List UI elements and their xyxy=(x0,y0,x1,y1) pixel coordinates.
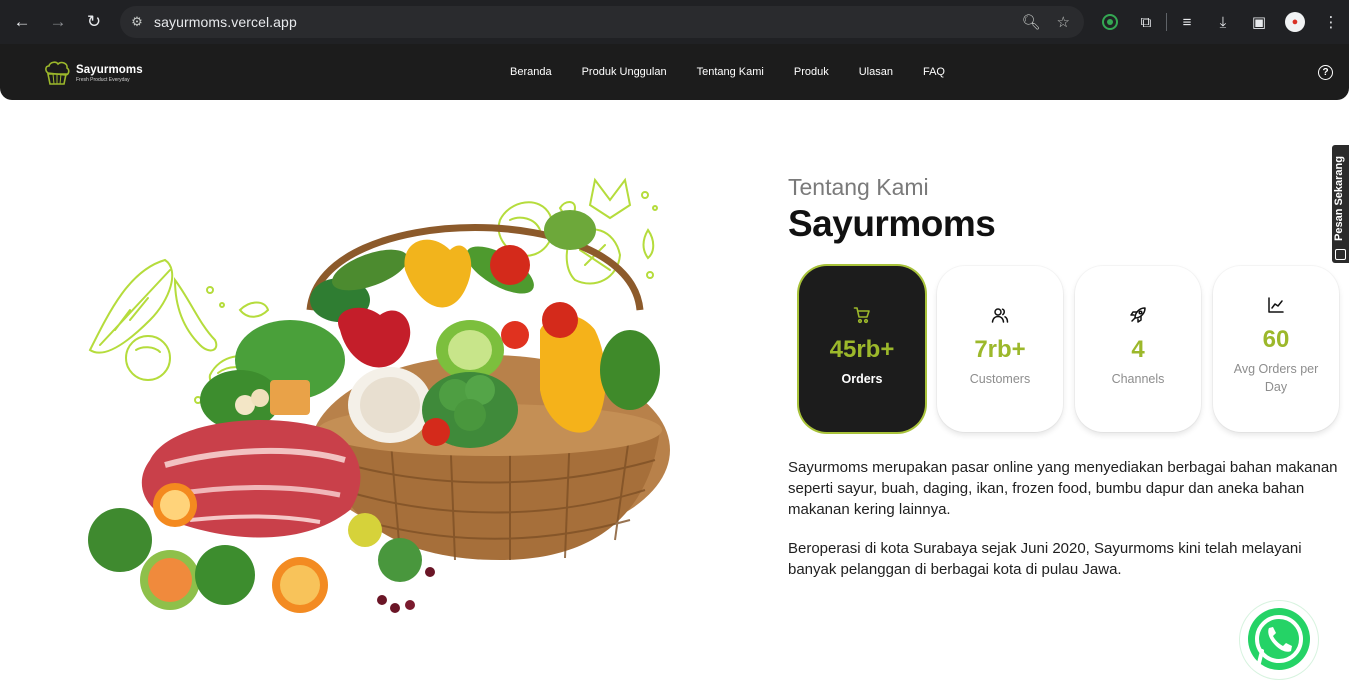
rocket-icon xyxy=(1129,306,1147,324)
order-now-side-tab[interactable]: Pesan Sekarang xyxy=(1332,145,1349,263)
url-text[interactable]: sayurmoms.vercel.app xyxy=(154,14,297,30)
profile-avatar[interactable]: ● xyxy=(1277,4,1313,40)
download-icon[interactable]: ⤓ xyxy=(1205,4,1241,40)
brand-tagline: Fresh Product Everyday xyxy=(76,76,130,83)
media-controls-icon[interactable]: ≡ xyxy=(1169,4,1205,40)
nav-link-produk-unggulan[interactable]: Produk Unggulan xyxy=(582,66,667,78)
section-subtitle: Tentang Kami xyxy=(788,174,929,200)
basket-logo-icon xyxy=(45,61,70,85)
side-tab-label: Pesan Sekarang xyxy=(1333,156,1345,241)
whatsapp-button[interactable] xyxy=(1240,601,1318,679)
whatsapp-icon xyxy=(1248,608,1310,670)
stat-label: Orders xyxy=(841,372,883,386)
section-title: Sayurmoms xyxy=(788,203,996,244)
screen-recorder-icon[interactable] xyxy=(1092,4,1128,40)
nav-link-faq[interactable]: FAQ xyxy=(923,66,945,78)
nav-links: Beranda Produk Unggulan Tentang Kami Pro… xyxy=(510,66,975,78)
stat-value: 4 xyxy=(1131,336,1145,363)
stat-value: 7rb+ xyxy=(974,336,1026,363)
nav-link-beranda[interactable]: Beranda xyxy=(510,66,552,78)
grocery-basket-illustration xyxy=(88,177,670,613)
stat-card-customers[interactable]: 7rb+ Customers xyxy=(937,266,1063,432)
help-circle-icon[interactable]: ? xyxy=(1318,65,1333,80)
stat-label: Channels xyxy=(1111,372,1165,386)
browser-menu-icon[interactable]: ⋮ xyxy=(1313,4,1349,40)
nav-link-ulasan[interactable]: Ulasan xyxy=(859,66,893,78)
chart-line-icon xyxy=(1267,296,1285,314)
stat-card-channels[interactable]: 4 Channels xyxy=(1075,266,1201,432)
toolbar-separator xyxy=(1166,13,1167,31)
extensions-puzzle-icon[interactable]: ⧉ xyxy=(1128,4,1164,40)
stat-label: Customers xyxy=(969,372,1031,386)
side-panel-icon[interactable]: ▣ xyxy=(1241,4,1277,40)
grid-icon xyxy=(1335,249,1346,260)
site-settings-icon[interactable]: ⚙ xyxy=(120,14,154,30)
brand-logo[interactable]: Sayurmoms Fresh Product Everyday xyxy=(42,59,143,87)
nav-link-tentang-kami[interactable]: Tentang Kami xyxy=(697,66,764,78)
address-bar[interactable]: ⚙ sayurmoms.vercel.app 🔍︎ ☆ xyxy=(120,6,1084,38)
bookmark-star-icon[interactable]: ☆ xyxy=(1057,13,1070,31)
about-paragraph-1: Sayurmoms merupakan pasar online yang me… xyxy=(788,459,1338,518)
back-arrow-icon[interactable]: ← xyxy=(4,4,40,40)
brand-name: Sayurmoms xyxy=(76,63,143,76)
users-icon xyxy=(991,306,1009,324)
zoom-icon[interactable]: 🔍︎ xyxy=(1022,13,1041,31)
reload-icon[interactable]: ↻ xyxy=(76,4,112,40)
site-navbar: Sayurmoms Fresh Product Everyday Beranda… xyxy=(0,44,1349,100)
stat-value: 60 xyxy=(1262,326,1290,353)
forward-arrow-icon[interactable]: → xyxy=(40,4,76,40)
stat-label: Avg Orders per Day xyxy=(1233,362,1319,394)
nav-link-produk[interactable]: Produk xyxy=(794,66,829,78)
stat-card-avg-orders[interactable]: 60 Avg Orders per Day xyxy=(1213,266,1339,432)
stat-value: 45rb+ xyxy=(829,336,895,363)
stat-card-orders[interactable]: 45rb+ Orders xyxy=(799,266,925,432)
about-paragraph-2: Beroperasi di kota Surabaya sejak Juni 2… xyxy=(788,540,1302,578)
browser-toolbar: ← → ↻ ⚙ sayurmoms.vercel.app 🔍︎ ☆ ⧉ ≡ ⤓ … xyxy=(0,0,1349,44)
cart-icon xyxy=(853,306,871,324)
